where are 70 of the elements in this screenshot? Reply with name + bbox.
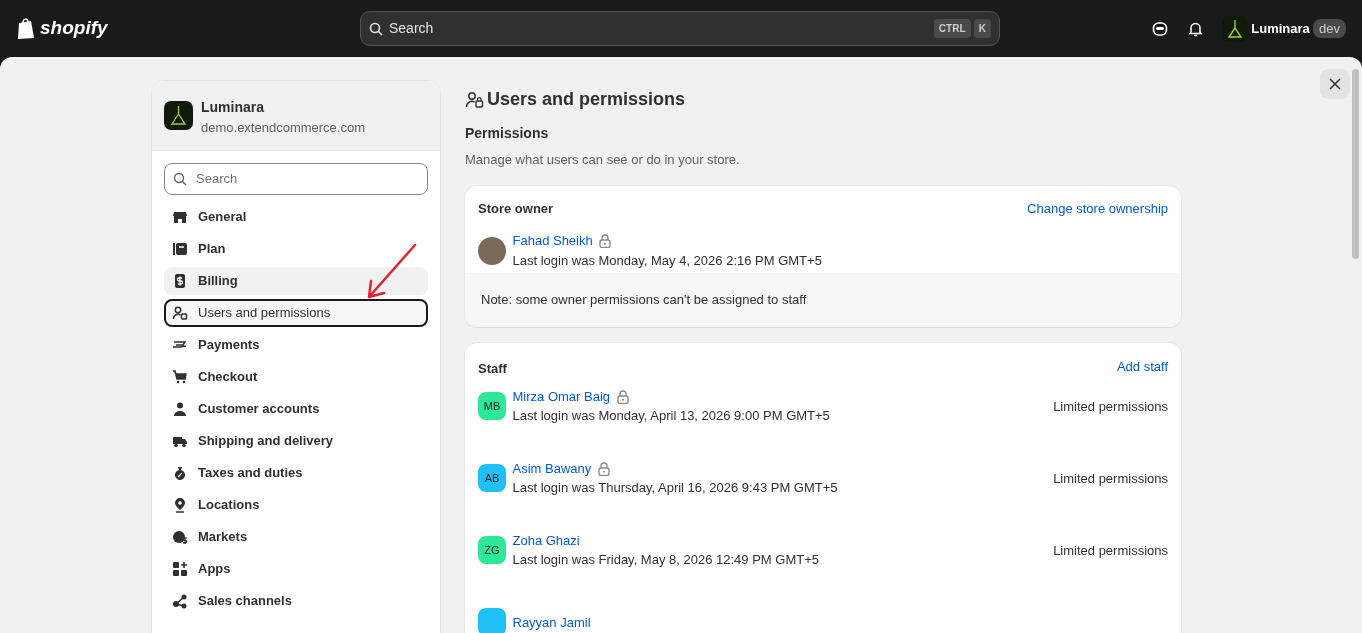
sidebar-item[interactable]: Users and permissions [164, 298, 428, 327]
lock-icon [616, 389, 629, 404]
avatar-placeholder [478, 236, 506, 265]
permission-level: Limited permissions [1053, 469, 1168, 488]
sidebar-item[interactable]: Checkout [164, 362, 428, 391]
last-login-text: Last login was Thursday, April 16, 2026 9:43 PM GMT+5 [512, 479, 839, 498]
card-heading: Staff [478, 359, 507, 378]
change-ownership-link[interactable]: Change store ownership [1027, 198, 1168, 218]
store-logo-icon [164, 101, 193, 130]
permission-level: Limited permissions [1053, 541, 1168, 560]
cart-icon [172, 368, 188, 385]
owner-name-link[interactable]: Fahad Sheikh [512, 231, 593, 251]
add-staff-link[interactable]: Add staff [1116, 355, 1168, 379]
money-bag-icon [172, 464, 188, 481]
user-lock-icon [172, 304, 188, 321]
dev-badge: dev [1313, 18, 1346, 39]
keyboard-key: CTRL [933, 19, 971, 38]
sidebar-item[interactable]: Shipping and delivery [164, 426, 428, 455]
section-description: Manage what users can see or do in your store. [465, 151, 741, 169]
last-login-text: Last login was Friday, May 8, 2026 12:49 PM GMT+5 [512, 551, 820, 570]
brand-logo-text[interactable]: shopify [40, 14, 108, 43]
staff-name-link[interactable]: Mirza Omar Baig [512, 386, 611, 407]
initials-avatar: ZG [478, 536, 506, 565]
store-name: Luminara [201, 98, 265, 117]
section-title: Permissions [465, 124, 550, 143]
keyboard-key: K [973, 19, 991, 38]
sidebar-item[interactable]: Taxes and duties [164, 458, 428, 487]
permission-level: Limited permissions [1053, 397, 1168, 416]
last-login-text: Last login was Monday, April 13, 2026 9:00 PM GMT+5 [512, 407, 831, 426]
card-heading: Store owner [478, 199, 554, 218]
globe-dollar-icon [172, 528, 188, 545]
store-name[interactable]: Luminara [1251, 18, 1310, 39]
search-icon [173, 171, 187, 186]
shopping-bag-icon [16, 17, 36, 40]
staff-name-link[interactable]: Rayyan Jamil [512, 612, 591, 632]
bell-icon[interactable] [1187, 20, 1203, 37]
sidebar-item[interactable]: Markets [164, 522, 428, 551]
page-title: Users and permissions [487, 88, 686, 111]
sidebar-item[interactable]: Billing [164, 266, 428, 295]
nodes-icon [172, 592, 188, 609]
staff-name-link[interactable]: Asim Bawany [512, 458, 592, 479]
user-lock-icon [465, 90, 484, 109]
search-icon [369, 21, 383, 36]
store-logo-icon[interactable] [1222, 15, 1248, 42]
apps-grid-icon [172, 560, 188, 577]
document-icon [172, 240, 188, 257]
store-domain: demo.extendcommerce.com [201, 119, 365, 137]
initials-avatar: MB [478, 392, 506, 421]
sidebar-item[interactable]: Sales channels [164, 586, 428, 615]
person-icon [172, 400, 188, 417]
location-pin-icon [172, 496, 188, 513]
annotation-arrow [365, 243, 417, 301]
settings-search-field[interactable]: Search [164, 162, 428, 195]
close-icon [1329, 78, 1341, 90]
sidebar-item[interactable]: Customer accounts [164, 394, 428, 423]
lock-icon [597, 461, 610, 476]
close-button[interactable] [1320, 69, 1350, 99]
receipt-icon [172, 272, 188, 289]
lock-icon [599, 233, 612, 248]
search-field[interactable]: Search CTRL K [360, 11, 1000, 46]
sidebar-item[interactable]: Payments [164, 330, 428, 359]
sidebar-item[interactable]: General [164, 202, 428, 231]
initials-avatar: AB [478, 464, 506, 493]
scrollbar-thumb[interactable] [1352, 69, 1359, 259]
sidebar-item[interactable]: Apps [164, 554, 428, 583]
owner-note: Note: some owner permissions can't be assigned to staff [465, 273, 1181, 327]
sidebar-item[interactable]: Locations [164, 490, 428, 519]
staff-name-link[interactable]: Zoha Ghazi [512, 530, 580, 551]
last-login-text: Last login was Monday, May 4, 2026 2:16 PM GMT+5 [512, 251, 822, 270]
sidebar-item[interactable]: Plan [164, 234, 428, 263]
